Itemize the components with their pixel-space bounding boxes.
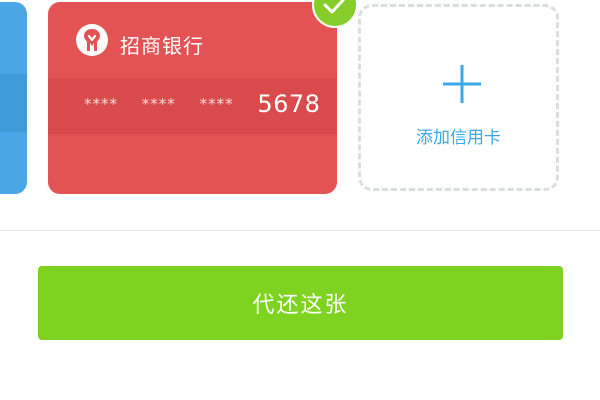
add-credit-card-button[interactable]: 添加信用卡 — [358, 4, 559, 191]
card-selector: 招商银行 **** **** **** 5678 添加信用卡 — [0, 0, 600, 230]
card-number: **** **** **** 5678 — [84, 90, 320, 118]
repay-this-card-button[interactable]: 代还这张 — [38, 266, 563, 340]
credit-card-repay-screen: 招商银行 **** **** **** 5678 添加信用卡 代还这张 — [0, 0, 600, 400]
card-number-mask-1: **** — [84, 95, 118, 113]
bank-name: 招商银行 — [120, 34, 204, 58]
previous-card[interactable] — [0, 2, 27, 194]
card-last-four: 5678 — [257, 90, 321, 118]
cmb-bank-logo-icon — [76, 24, 108, 56]
plus-icon — [443, 65, 481, 103]
selected-credit-card[interactable]: 招商银行 **** **** **** 5678 — [48, 2, 337, 194]
card-number-mask-2: **** — [141, 95, 176, 113]
card-number-mask-3: **** — [199, 95, 234, 113]
section-divider — [0, 230, 600, 231]
previous-card-band — [0, 74, 27, 132]
add-credit-card-label: 添加信用卡 — [416, 128, 501, 148]
